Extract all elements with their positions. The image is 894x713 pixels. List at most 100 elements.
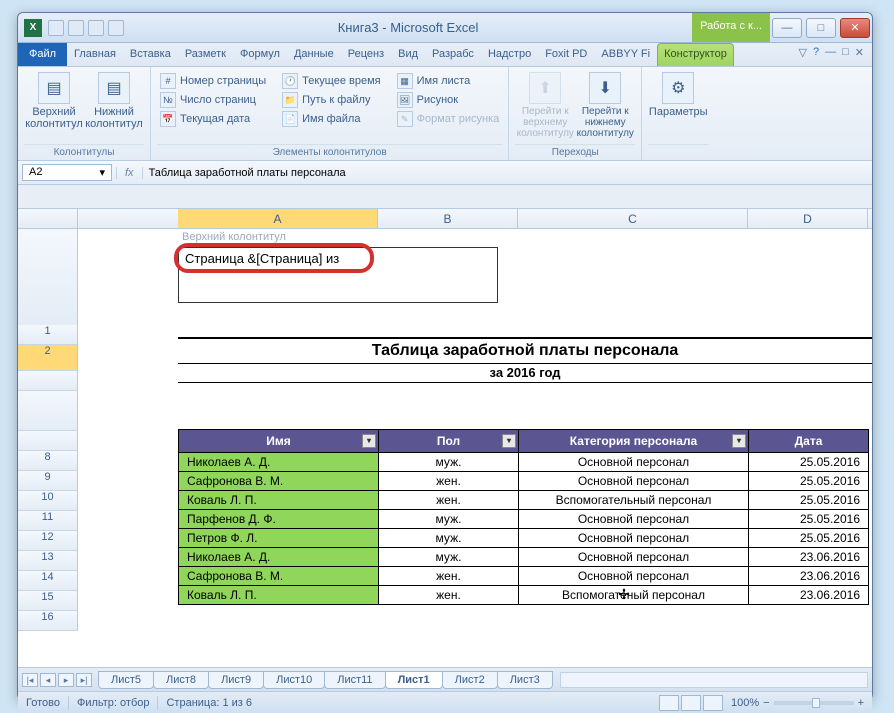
first-sheet-icon[interactable]: |◂	[22, 673, 38, 687]
tab-foxit[interactable]: Foxit PD	[538, 43, 594, 66]
tab-formulas[interactable]: Формул	[233, 43, 287, 66]
minimize-button[interactable]: —	[772, 18, 802, 38]
sheet-name-button[interactable]: ▦Имя листа	[394, 72, 503, 90]
fx-icon[interactable]: fx	[116, 167, 143, 179]
sheet-tab[interactable]: Лист11	[324, 671, 385, 689]
cell[interactable]: муж.	[379, 529, 519, 548]
tab-view[interactable]: Вид	[391, 43, 425, 66]
current-date-button[interactable]: 📅Текущая дата	[157, 110, 269, 128]
qat-redo-icon[interactable]	[88, 20, 104, 36]
header-input-box[interactable]: Страница &[Страница] из	[178, 247, 498, 303]
tab-home[interactable]: Главная	[67, 43, 123, 66]
zoom-in-icon[interactable]: +	[858, 697, 864, 709]
cell[interactable]: Вспомогательный персонал	[519, 491, 749, 510]
row-header[interactable]: 2	[18, 345, 78, 371]
footer-button[interactable]: ▤ Нижний колонтитул	[84, 70, 144, 130]
zoom-slider[interactable]	[774, 701, 854, 705]
doc-max-icon[interactable]: □	[842, 46, 849, 63]
cell[interactable]: Сафронова В. М.	[179, 472, 379, 491]
row-header[interactable]: 16	[18, 611, 78, 631]
select-all-corner[interactable]	[18, 209, 78, 228]
tab-review[interactable]: Реценз	[341, 43, 391, 66]
file-path-button[interactable]: 📁Путь к файлу	[279, 91, 383, 109]
cell[interactable]: муж.	[379, 548, 519, 567]
sheet-tab[interactable]: Лист10	[263, 671, 325, 689]
row-header[interactable]: 8	[18, 451, 78, 471]
cell[interactable]: Сафронова В. М.	[179, 567, 379, 586]
sheet-tab[interactable]: Лист3	[497, 671, 553, 689]
horizontal-scrollbar[interactable]	[560, 672, 868, 688]
qat-more-icon[interactable]	[108, 20, 124, 36]
cell[interactable]: Основной персонал	[519, 529, 749, 548]
namebox-dropdown-icon[interactable]: ▾	[99, 166, 105, 179]
col-header-c[interactable]: C	[518, 209, 748, 228]
cell[interactable]: муж.	[379, 453, 519, 472]
cell[interactable]: Николаев А. Д.	[179, 453, 379, 472]
cell[interactable]: 23.06.2016	[749, 586, 869, 605]
tab-insert[interactable]: Вставка	[123, 43, 178, 66]
doc-close-icon[interactable]: ✕	[855, 46, 864, 63]
row-header[interactable]: 9	[18, 471, 78, 491]
th-date[interactable]: Дата	[749, 430, 869, 453]
col-header-a[interactable]: A	[178, 209, 378, 228]
cell[interactable]: Основной персонал	[519, 510, 749, 529]
table-subtitle[interactable]: за 2016 год	[178, 363, 872, 383]
cell[interactable]: жен.	[379, 491, 519, 510]
goto-footer-button[interactable]: ⬇ Перейти к нижнему колонтитулу	[575, 70, 635, 139]
cell[interactable]: 25.05.2016	[749, 529, 869, 548]
page-break-view-icon[interactable]	[703, 695, 723, 711]
next-sheet-icon[interactable]: ▸	[58, 673, 74, 687]
cell[interactable]: Петров Ф. Л.	[179, 529, 379, 548]
sheet-tab-active[interactable]: Лист1	[385, 671, 443, 689]
cell[interactable]: Парфенов Д. Ф.	[179, 510, 379, 529]
tab-data[interactable]: Данные	[287, 43, 341, 66]
row-header[interactable]: 14	[18, 571, 78, 591]
cell[interactable]: жен.	[379, 567, 519, 586]
row-header[interactable]: 11	[18, 511, 78, 531]
page-number-button[interactable]: #Номер страницы	[157, 72, 269, 90]
row-header[interactable]	[18, 371, 78, 391]
tab-addins[interactable]: Надстро	[481, 43, 538, 66]
qat-save-icon[interactable]	[48, 20, 64, 36]
picture-button[interactable]: 🖼Рисунок	[394, 91, 503, 109]
cell[interactable]: 25.05.2016	[749, 491, 869, 510]
help-icon[interactable]: ?	[813, 46, 819, 63]
page-count-button[interactable]: №Число страниц	[157, 91, 269, 109]
sheet-tab[interactable]: Лист2	[442, 671, 498, 689]
sheet-content[interactable]: Верхний колонтитул Страница &[Страница] …	[178, 229, 872, 667]
tab-file[interactable]: Файл	[18, 43, 67, 66]
doc-min-icon[interactable]: —	[825, 46, 836, 63]
file-name-button[interactable]: 📄Имя файла	[279, 110, 383, 128]
cell[interactable]: 25.05.2016	[749, 453, 869, 472]
table-title[interactable]: Таблица заработной платы персонала	[178, 337, 872, 364]
prev-sheet-icon[interactable]: ◂	[40, 673, 56, 687]
cell[interactable]: жен.	[379, 472, 519, 491]
cell[interactable]: жен.	[379, 586, 519, 605]
formula-input[interactable]: Таблица заработной платы персонала	[143, 167, 872, 179]
last-sheet-icon[interactable]: ▸|	[76, 673, 92, 687]
th-category[interactable]: Категория персонала▾	[519, 430, 749, 453]
filter-dropdown-icon[interactable]: ▾	[732, 434, 746, 448]
cell[interactable]: 23.06.2016	[749, 567, 869, 586]
col-header-b[interactable]: B	[378, 209, 518, 228]
row-header[interactable]: 10	[18, 491, 78, 511]
cell[interactable]: Основной персонал	[519, 567, 749, 586]
zoom-thumb[interactable]	[812, 698, 820, 708]
row-header[interactable]	[18, 391, 78, 431]
name-box[interactable]: A2▾	[22, 164, 112, 181]
tab-design[interactable]: Конструктор	[657, 43, 734, 66]
current-time-button[interactable]: 🕐Текущее время	[279, 72, 383, 90]
options-button[interactable]: ⚙ Параметры	[648, 70, 708, 118]
cell[interactable]: Основной персонал	[519, 548, 749, 567]
col-header-d[interactable]: D	[748, 209, 868, 228]
close-button[interactable]: ✕	[840, 18, 870, 38]
cell[interactable]: Основной персонал	[519, 453, 749, 472]
tab-abbyy[interactable]: ABBYY Fi	[594, 43, 657, 66]
cell[interactable]: Коваль Л. П.	[179, 586, 379, 605]
cell[interactable]: Коваль Л. П.	[179, 491, 379, 510]
row-header[interactable]	[18, 431, 78, 451]
row-header[interactable]: 13	[18, 551, 78, 571]
sheet-tab[interactable]: Лист8	[153, 671, 209, 689]
row-header[interactable]: 15	[18, 591, 78, 611]
row-header[interactable]: 12	[18, 531, 78, 551]
